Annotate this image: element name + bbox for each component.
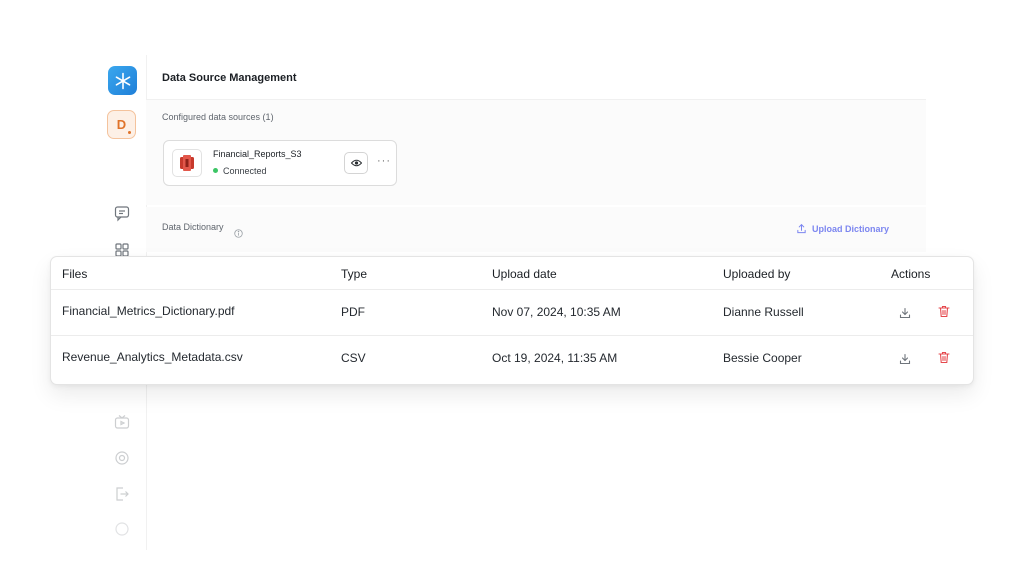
column-header-files[interactable]: Files bbox=[62, 267, 87, 281]
more-options-icon[interactable]: ··· bbox=[377, 155, 391, 167]
s3-bucket-icon bbox=[172, 149, 202, 177]
snowflake-icon bbox=[115, 72, 130, 89]
avatar[interactable]: D bbox=[107, 110, 136, 139]
page-title: Data Source Management bbox=[162, 72, 297, 84]
eye-icon bbox=[350, 159, 362, 167]
upload-date: Oct 19, 2024, 11:35 AM bbox=[492, 351, 618, 365]
column-header-upload-date[interactable]: Upload date bbox=[492, 267, 557, 281]
delete-trash-icon[interactable] bbox=[938, 351, 950, 369]
dictionary-files-table: Files Type Upload date Uploaded by Actio… bbox=[50, 256, 974, 385]
data-source-card[interactable]: Financial_Reports_S3 Connected ··· bbox=[163, 140, 397, 186]
logout-icon[interactable] bbox=[113, 485, 131, 503]
upload-date: Nov 07, 2024, 10:35 AM bbox=[492, 305, 621, 319]
avatar-badge bbox=[128, 131, 131, 134]
table-row[interactable]: Revenue_Analytics_Metadata.csv CSV Oct 1… bbox=[51, 336, 973, 381]
configured-sources-label: Configured data sources (1) bbox=[162, 112, 274, 122]
file-type: PDF bbox=[341, 305, 365, 319]
table-row[interactable]: Financial_Metrics_Dictionary.pdf PDF Nov… bbox=[51, 290, 973, 336]
app-logo[interactable] bbox=[108, 66, 137, 95]
data-dictionary-label: Data Dictionary bbox=[162, 222, 224, 232]
source-status: Connected bbox=[223, 166, 267, 176]
file-name: Revenue_Analytics_Metadata.csv bbox=[62, 350, 243, 364]
uploaded-by: Dianne Russell bbox=[723, 305, 804, 319]
file-type: CSV bbox=[341, 351, 366, 365]
settings-gear-icon[interactable] bbox=[113, 449, 131, 467]
upload-icon bbox=[797, 223, 806, 234]
upload-dictionary-label: Upload Dictionary bbox=[812, 223, 890, 234]
view-source-button[interactable] bbox=[344, 152, 368, 174]
upload-dictionary-button[interactable]: Upload Dictionary bbox=[796, 223, 889, 234]
source-name: Financial_Reports_S3 bbox=[213, 149, 302, 159]
chat-icon[interactable] bbox=[113, 204, 131, 222]
file-name: Financial_Metrics_Dictionary.pdf bbox=[62, 304, 235, 318]
help-icon[interactable] bbox=[113, 520, 131, 538]
table-header: Files Type Upload date Uploaded by Actio… bbox=[51, 257, 973, 290]
uploaded-by: Bessie Cooper bbox=[723, 351, 802, 365]
status-indicator bbox=[213, 168, 218, 173]
column-header-type[interactable]: Type bbox=[341, 267, 367, 281]
avatar-initial: D bbox=[116, 117, 127, 132]
download-icon[interactable] bbox=[899, 306, 911, 324]
delete-trash-icon[interactable] bbox=[938, 305, 950, 323]
info-icon[interactable] bbox=[234, 225, 243, 243]
download-icon[interactable] bbox=[899, 352, 911, 370]
column-header-actions: Actions bbox=[891, 267, 931, 281]
tv-icon[interactable] bbox=[113, 413, 131, 431]
column-header-uploaded-by[interactable]: Uploaded by bbox=[723, 267, 790, 281]
